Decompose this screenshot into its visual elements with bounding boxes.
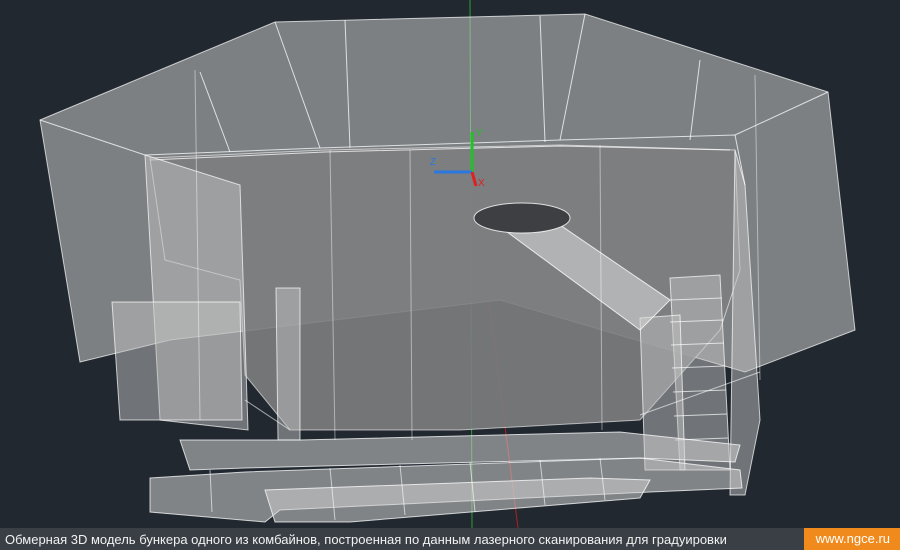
svg-text:Y: Y [476, 128, 483, 139]
site-link-badge[interactable]: www.ngce.ru [803, 528, 900, 550]
svg-text:X: X [478, 178, 485, 189]
bottom-trough [149, 431, 743, 523]
caption-text: Обмерная 3D модель бункера одного из ком… [5, 531, 727, 547]
bunker-3d-model-drawing: Z Y X [39, 0, 856, 528]
cad-3d-viewport[interactable]: Z Y X [0, 0, 900, 528]
svg-text:Z: Z [430, 157, 436, 168]
caption-bar: Обмерная 3D модель бункера одного из ком… [0, 528, 900, 550]
